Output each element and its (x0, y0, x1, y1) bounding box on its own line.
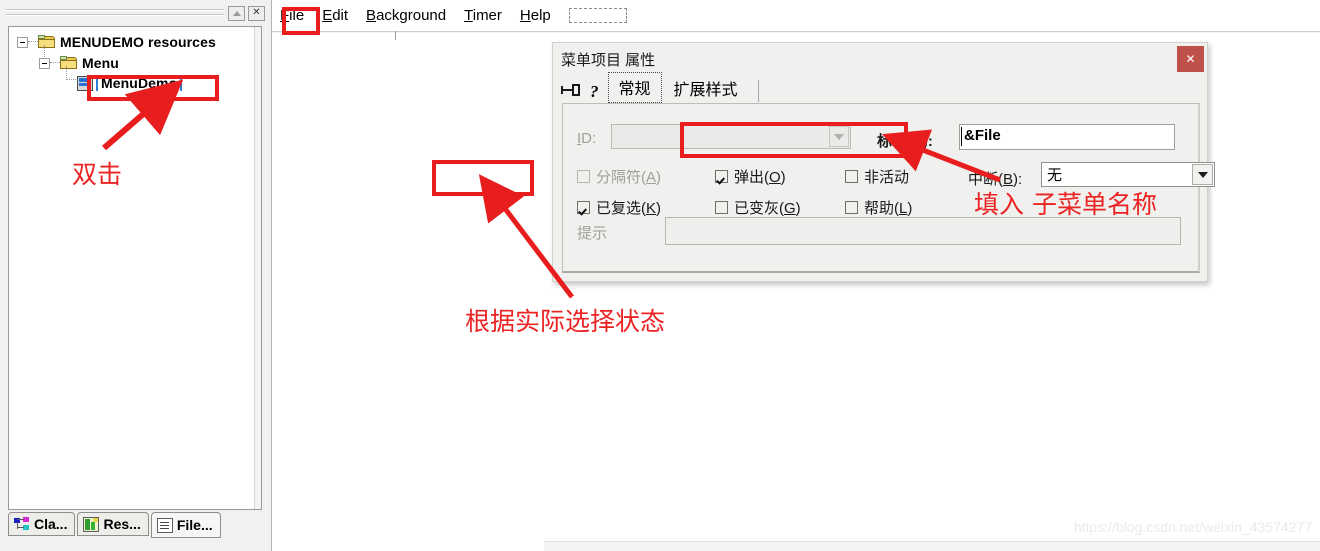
tree-connector (50, 62, 60, 64)
tree-connector (44, 45, 45, 57)
folder-icon (60, 56, 78, 70)
caption-input[interactable]: &File (959, 124, 1175, 150)
class-view-icon (14, 516, 30, 532)
checkbox-label: 帮助(L) (864, 200, 913, 217)
checkbox-help[interactable]: 帮助(L) (845, 197, 912, 218)
titlebar-grip[interactable] (6, 7, 224, 19)
close-icon: ✕ (252, 7, 261, 18)
tree-item-label: MENUDEMO resources (60, 34, 216, 50)
checkbox-grayed[interactable]: 已变灰(G) (715, 197, 801, 218)
file-view-icon (156, 517, 173, 533)
dialog-title: 菜单项目 属性 (561, 52, 656, 69)
status-strip (544, 541, 1320, 551)
checkbox-label: 分隔符(A) (596, 169, 662, 186)
checkbox-box (577, 201, 590, 214)
tab-label: Cla... (34, 516, 68, 532)
tree-connector (66, 79, 76, 81)
checkbox-box (715, 201, 728, 214)
tab-label: File... (176, 517, 213, 533)
checkbox-label: 非活动 (864, 169, 910, 186)
menu-new-item-placeholder[interactable] (568, 7, 627, 23)
tree-item-menudemo[interactable]: MenuDemo (77, 74, 183, 92)
menu-editor-bar[interactable]: File Edit Background Timer Help (272, 0, 1320, 30)
close-button[interactable]: ✕ (248, 5, 265, 21)
menubar-separator (272, 31, 1320, 33)
menu-editor-divider (395, 31, 396, 40)
tree-item-label: Menu (82, 55, 119, 71)
minimize-button[interactable] (228, 5, 245, 21)
checkbox-checked[interactable]: 已复选(K) (577, 197, 661, 218)
tab-class-view[interactable]: Cla... (8, 512, 76, 536)
checkbox-box (845, 170, 858, 183)
text-caret (961, 127, 962, 146)
tree-item-menu[interactable]: Menu (39, 54, 119, 72)
checkbox-label: 弹出(O) (734, 169, 786, 186)
tree-item-label: MenuDemo (96, 75, 183, 91)
break-label: 中断(B): (968, 171, 1023, 188)
tab-extended-styles[interactable]: 扩展样式 (664, 74, 748, 103)
watermark-text: https://blog.csdn.net/weixin_43574277 (1073, 519, 1312, 535)
checkbox-popup[interactable]: 弹出(O) (715, 166, 786, 187)
checkbox-box (577, 170, 590, 183)
expander-minus-icon[interactable] (39, 57, 50, 69)
dialog-general-page: ID: 标明(C): &File 分隔符(A) 弹出(O) 非活动 中断(B):… (562, 103, 1215, 273)
menu-resource-icon (77, 75, 93, 91)
tab-label: Res... (103, 516, 141, 532)
workspace-titlebar: ✕ (2, 2, 268, 24)
menu-item-properties-dialog: 菜单项目 属性 ✕ ? 常规 扩展样式 ID: 标明(C): &File 分隔符… (552, 42, 1215, 282)
dialog-close-button[interactable]: ✕ (1177, 46, 1204, 72)
tree-connector (28, 41, 38, 43)
tree-scrollbar[interactable] (254, 27, 261, 509)
caption-value: &File (964, 127, 1001, 144)
workspace-tabstrip: Cla... Res... File... (8, 512, 266, 540)
expander-minus-icon[interactable] (17, 36, 28, 48)
dialog-toolbar: ? 常规 扩展样式 (561, 72, 1201, 103)
checkbox-box (715, 170, 728, 183)
menu-item-file[interactable]: File (280, 7, 304, 24)
break-combobox[interactable]: 无 (1041, 162, 1215, 187)
folder-icon (38, 35, 56, 49)
checkbox-label: 已复选(K) (596, 200, 662, 217)
checkbox-box (845, 201, 858, 214)
tab-resource-view[interactable]: Res... (77, 512, 149, 536)
editor-main-area: File Edit Background Timer Help 菜单项目 属性 … (272, 0, 1320, 551)
pushpin-icon[interactable] (561, 80, 583, 100)
id-combobox[interactable] (611, 124, 851, 149)
menu-item-help[interactable]: Help (520, 7, 551, 24)
triangle-up-icon (232, 10, 241, 16)
tree-connector (66, 66, 67, 80)
menu-item-timer[interactable]: Timer (464, 7, 502, 24)
tip-label: 提示 (577, 225, 608, 242)
checkbox-inactive[interactable]: 非活动 (845, 166, 909, 187)
resource-tree[interactable]: MENUDEMO resources Menu MenuDemo (8, 26, 262, 510)
resource-workspace-pane: ✕ MENUDEMO resources Menu MenuDemo Cla..… (0, 0, 272, 551)
tab-file-view[interactable]: File... (150, 512, 221, 538)
menu-item-background[interactable]: Background (366, 7, 446, 24)
break-value: 无 (1047, 167, 1063, 184)
tab-end-separator (757, 80, 759, 102)
tip-input[interactable] (665, 217, 1181, 245)
chevron-down-icon[interactable] (829, 126, 849, 147)
tab-general[interactable]: 常规 (607, 72, 662, 103)
chevron-down-icon[interactable] (1192, 164, 1213, 185)
close-icon: ✕ (1185, 52, 1196, 66)
checkbox-label: 已变灰(G) (734, 200, 801, 217)
tree-item-menudemo-resources[interactable]: MENUDEMO resources (17, 33, 216, 51)
resource-view-icon (83, 516, 100, 532)
menu-item-edit[interactable]: Edit (322, 7, 348, 24)
id-label: ID: (577, 130, 597, 147)
caption-label: 标明(C): (877, 133, 933, 150)
question-mark-icon[interactable]: ? (590, 82, 599, 102)
checkbox-separator[interactable]: 分隔符(A) (577, 166, 661, 187)
